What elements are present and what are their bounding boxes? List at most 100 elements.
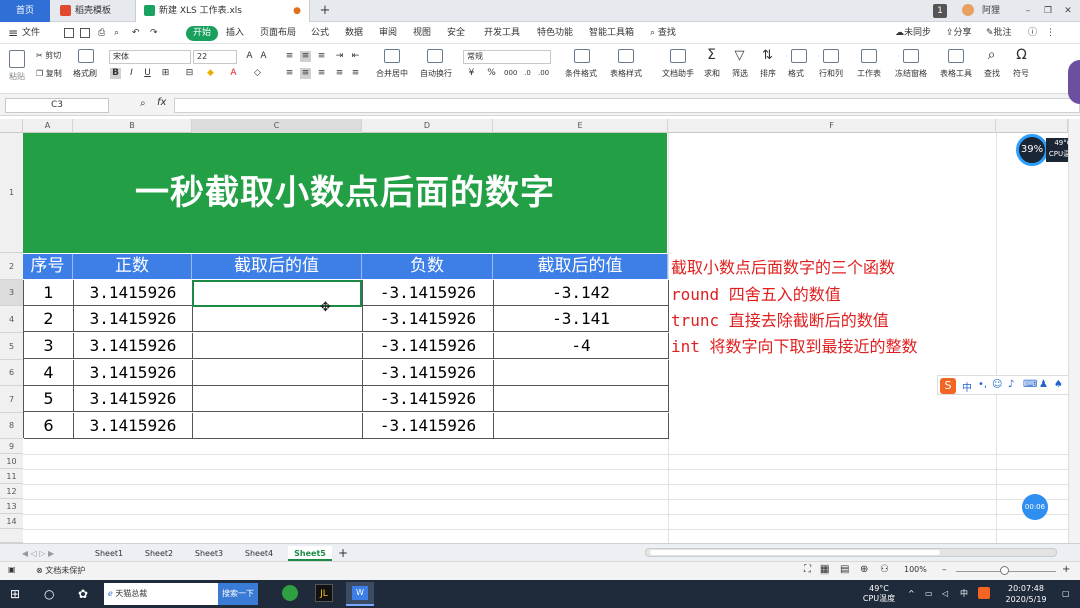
number-format-select[interactable]: 常规 bbox=[463, 50, 551, 64]
page-layout-icon[interactable]: ▤ bbox=[840, 564, 849, 575]
header-negative-result[interactable]: 截取后的值 bbox=[493, 254, 668, 279]
bold-button[interactable]: B bbox=[110, 68, 121, 79]
comment-button[interactable]: ✎批注 bbox=[986, 26, 1012, 41]
row-header-8[interactable]: 8 bbox=[0, 413, 23, 439]
table-cell[interactable]: 6 bbox=[24, 413, 74, 439]
tab-template[interactable]: 稻壳模板 bbox=[52, 0, 132, 22]
header-index[interactable]: 序号 bbox=[23, 254, 73, 279]
header-negative[interactable]: 负数 bbox=[362, 254, 493, 279]
column-header-b[interactable]: B bbox=[73, 119, 192, 133]
increase-decimal-icon[interactable]: .0 bbox=[522, 68, 533, 79]
save-icon[interactable] bbox=[64, 28, 74, 38]
sheet-tab-3[interactable]: Sheet3 bbox=[188, 546, 230, 561]
sheet-tab-1[interactable]: Sheet1 bbox=[88, 546, 130, 561]
cut-button[interactable]: ✂ 剪切 bbox=[36, 51, 61, 61]
font-name-select[interactable]: 宋体 bbox=[109, 50, 191, 64]
notification-icon[interactable]: ▢ bbox=[1062, 580, 1070, 608]
symbol-button[interactable]: 符号 bbox=[1009, 69, 1033, 79]
note-round[interactable]: round 四舍五入的数值 bbox=[671, 282, 841, 308]
table-cell[interactable] bbox=[494, 360, 669, 386]
menu-start[interactable]: 开始 bbox=[186, 26, 218, 41]
table-cell[interactable]: -3.1415926 bbox=[363, 306, 494, 332]
format-icon[interactable] bbox=[791, 49, 807, 63]
select-all-corner[interactable] bbox=[0, 119, 23, 133]
zoom-out-icon[interactable]: – bbox=[942, 565, 947, 575]
header-positive[interactable]: 正数 bbox=[73, 254, 192, 279]
formula-input[interactable] bbox=[174, 98, 1080, 113]
protect-status[interactable]: ⊗ 文档未保护 bbox=[36, 565, 85, 576]
zoom-slider-thumb[interactable] bbox=[1000, 566, 1009, 575]
row-header-10[interactable]: 10 bbox=[0, 454, 23, 469]
underline-button[interactable]: U bbox=[142, 68, 153, 79]
table-cell[interactable]: 3 bbox=[24, 333, 74, 359]
eye-protect-icon[interactable]: ⚇ bbox=[880, 564, 889, 575]
note-title[interactable]: 截取小数点后面数字的三个函数 bbox=[671, 255, 895, 281]
table-cell[interactable] bbox=[193, 413, 363, 439]
table-cell[interactable]: -3.142 bbox=[494, 280, 669, 306]
ime-toolbar[interactable]: S 中 •, ☺ ♪ ⌨ ♟ ♠ ▦ bbox=[937, 375, 1080, 395]
tab-home[interactable]: 首页 bbox=[0, 0, 50, 22]
tray-chevron-icon[interactable]: ^ bbox=[908, 580, 915, 608]
row-header-15[interactable] bbox=[0, 529, 23, 543]
selected-cell[interactable] bbox=[192, 280, 362, 307]
merge-center-icon[interactable] bbox=[384, 49, 400, 63]
table-cell[interactable]: -4 bbox=[494, 333, 669, 359]
format-painter-icon[interactable] bbox=[78, 49, 94, 63]
distribute-icon[interactable]: ≡ bbox=[350, 68, 361, 79]
row-header-5[interactable]: 5 bbox=[0, 333, 23, 360]
justify-icon[interactable]: ≡ bbox=[334, 68, 345, 79]
menu-developer[interactable]: 开发工具 bbox=[484, 26, 520, 41]
tab-file[interactable]: 新建 XLS 工作表.xls ● bbox=[135, 0, 310, 22]
export-icon[interactable] bbox=[80, 28, 90, 38]
table-cell[interactable] bbox=[494, 386, 669, 412]
print-icon[interactable]: ⎙ bbox=[98, 26, 105, 41]
table-style-icon[interactable] bbox=[618, 49, 634, 63]
wrap-text-button[interactable]: 自动换行 bbox=[416, 69, 456, 79]
column-header-g[interactable] bbox=[996, 119, 1068, 133]
sheet-title[interactable]: 一秒截取小数点后面的数字 bbox=[23, 133, 667, 253]
header-positive-result[interactable]: 截取后的值 bbox=[192, 254, 362, 279]
user-name[interactable]: 阿狸 bbox=[979, 4, 1003, 18]
row-header-6[interactable]: 6 bbox=[0, 360, 23, 386]
strike-icon[interactable]: ⊟ bbox=[184, 68, 195, 79]
table-tools-icon[interactable] bbox=[948, 49, 964, 63]
font-color-icon[interactable]: A bbox=[228, 68, 239, 79]
shrink-font-icon[interactable]: A bbox=[258, 51, 269, 62]
table-cell[interactable]: 1 bbox=[24, 280, 74, 306]
table-cell[interactable]: 3.1415926 bbox=[74, 280, 193, 306]
decrease-decimal-icon[interactable]: .00 bbox=[538, 68, 549, 79]
vertical-scrollbar[interactable] bbox=[1068, 119, 1080, 543]
name-box[interactable]: C3 bbox=[5, 98, 109, 113]
row-col-button[interactable]: 行和列 bbox=[813, 69, 849, 79]
row-col-icon[interactable] bbox=[823, 49, 839, 63]
help-icon[interactable]: ⓘ bbox=[1028, 26, 1037, 41]
indent-icon[interactable]: ⇥ bbox=[334, 51, 345, 62]
row-header-4[interactable]: 4 bbox=[0, 306, 23, 333]
table-cell[interactable]: -3.141 bbox=[494, 306, 669, 332]
border-icon[interactable]: ⊞ bbox=[160, 68, 171, 79]
row-header-1[interactable]: 1 bbox=[0, 133, 23, 253]
zoom-level[interactable]: 100% bbox=[904, 565, 927, 574]
row-header-13[interactable]: 13 bbox=[0, 499, 23, 514]
wps-taskbar-button[interactable]: W bbox=[346, 582, 374, 606]
freeze-icon[interactable] bbox=[903, 49, 919, 63]
sort-button[interactable]: 排序 bbox=[756, 69, 780, 79]
sogou-tray-icon[interactable] bbox=[978, 587, 990, 599]
align-top-icon[interactable]: ≡ bbox=[284, 51, 295, 62]
zoom-formula-icon[interactable]: ⌕ bbox=[140, 98, 146, 109]
copy-button[interactable]: ❐ 复制 bbox=[36, 69, 62, 79]
column-header-d[interactable]: D bbox=[362, 119, 493, 133]
minimize-icon[interactable]: – bbox=[1022, 4, 1034, 18]
note-trunc[interactable]: trunc 直接去除截断后的数值 bbox=[671, 308, 889, 334]
scroll-thumb[interactable] bbox=[650, 550, 940, 555]
sync-button[interactable]: ☁未同步 bbox=[895, 26, 931, 41]
window-count-badge[interactable]: 1 bbox=[933, 4, 947, 18]
table-cell[interactable]: 3.1415926 bbox=[74, 360, 193, 386]
network-icon[interactable]: ▭ bbox=[925, 580, 933, 608]
clear-format-icon[interactable]: ◇ bbox=[252, 68, 263, 79]
app-360-icon[interactable] bbox=[282, 585, 298, 601]
table-cell[interactable] bbox=[193, 306, 363, 332]
currency-icon[interactable]: ¥ bbox=[466, 68, 477, 79]
sort-icon[interactable]: ⇅ bbox=[762, 49, 773, 62]
page-break-icon[interactable]: ⊕ bbox=[860, 564, 868, 575]
